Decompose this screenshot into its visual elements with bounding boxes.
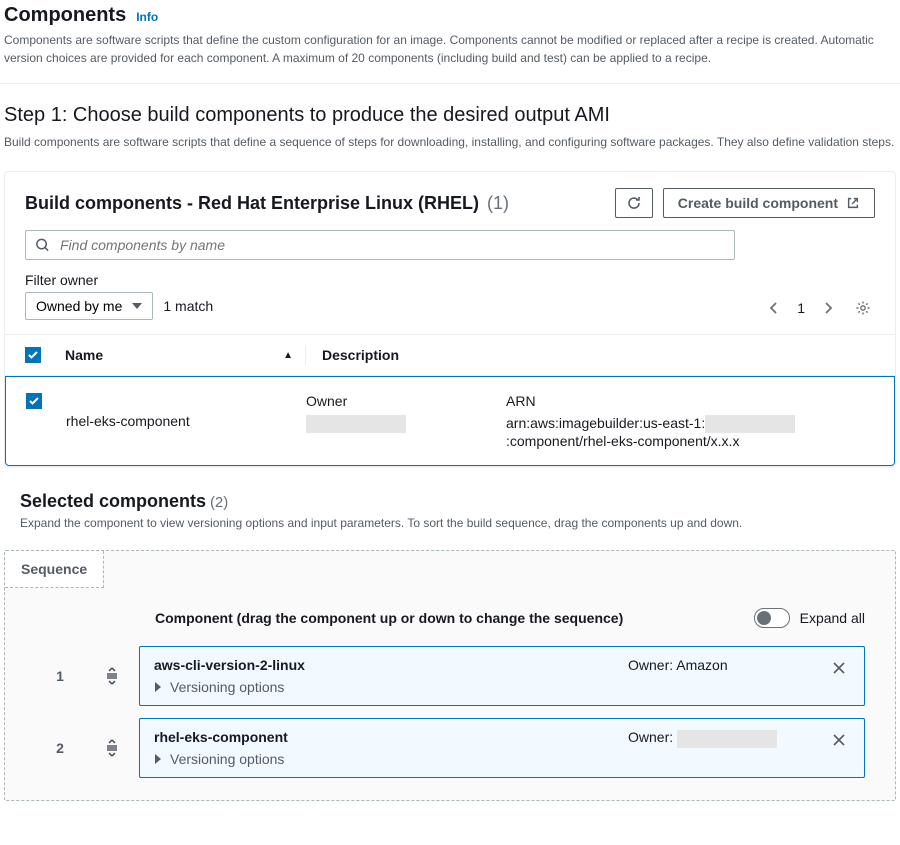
filter-owner-label: Filter owner (25, 272, 213, 288)
prev-page-button[interactable] (765, 297, 783, 319)
match-count: 1 match (163, 298, 213, 314)
chevron-left-icon (769, 301, 779, 315)
search-input[interactable] (25, 230, 735, 260)
page-title: Components (4, 4, 126, 27)
selected-description: Expand the component to view versioning … (20, 516, 880, 530)
expand-all-label: Expand all (800, 610, 865, 626)
sequence-number: 1 (35, 668, 85, 684)
settings-button[interactable] (851, 296, 875, 320)
sequence-component-name: rhel-eks-component (154, 729, 628, 745)
sequence-card[interactable]: aws-cli-version-2-linux Versioning optio… (139, 646, 865, 706)
versioning-options-toggle[interactable]: Versioning options (154, 679, 628, 695)
external-link-icon (846, 196, 860, 210)
refresh-button[interactable] (615, 188, 653, 218)
page-description: Components are software scripts that def… (4, 31, 896, 67)
remove-component-button[interactable] (828, 729, 850, 751)
owner-label: Owner (306, 393, 486, 409)
row-name: rhel-eks-component (66, 413, 190, 429)
arn-value: arn:aws:imagebuilder:us-east-1::componen… (506, 415, 874, 449)
sequence-owner: Owner: Amazon (628, 657, 828, 673)
create-build-component-label: Create build component (678, 195, 838, 211)
owner-value-redacted (306, 415, 406, 433)
column-header-name[interactable]: Name (65, 347, 103, 363)
sort-asc-icon: ▲ (283, 350, 293, 361)
sequence-item: 2 rhel-eks-component Versioning options … (5, 712, 895, 784)
versioning-options-toggle[interactable]: Versioning options (154, 751, 628, 767)
selected-count: (2) (210, 494, 228, 511)
refresh-icon (626, 195, 642, 211)
caret-right-icon (154, 682, 162, 692)
column-divider (305, 345, 306, 365)
tab-sequence[interactable]: Sequence (5, 551, 104, 588)
next-page-button[interactable] (819, 297, 837, 319)
page-number: 1 (797, 300, 805, 316)
panel-count: (1) (487, 193, 509, 214)
gear-icon (855, 300, 871, 316)
panel-title: Build components - Red Hat Enterprise Li… (25, 193, 479, 214)
arn-label: ARN (506, 393, 874, 409)
sequence-header: Component (drag the component up or down… (155, 610, 623, 626)
sequence-item: 1 aws-cli-version-2-linux Versioning opt… (5, 640, 895, 712)
sequence-component-name: aws-cli-version-2-linux (154, 657, 628, 673)
sequence-number: 2 (35, 740, 85, 756)
sequence-owner-value: Amazon (676, 657, 727, 673)
caret-down-icon (132, 301, 142, 311)
row-checkbox[interactable] (26, 393, 42, 409)
filter-owner-value: Owned by me (36, 298, 122, 314)
owner-value-redacted (677, 730, 777, 748)
info-link[interactable]: Info (136, 10, 158, 24)
versioning-options-label: Versioning options (170, 751, 284, 767)
sequence-owner: Owner: (628, 729, 828, 747)
sequence-card[interactable]: rhel-eks-component Versioning options Ow… (139, 718, 865, 778)
versioning-options-label: Versioning options (170, 679, 284, 695)
chevron-right-icon (823, 301, 833, 315)
step-title: Step 1: Choose build components to produ… (4, 104, 896, 127)
selected-title: Selected components (20, 491, 206, 511)
drag-handle[interactable] (99, 739, 125, 757)
remove-component-button[interactable] (828, 657, 850, 679)
filter-owner-select[interactable]: Owned by me (25, 292, 153, 320)
expand-all-toggle[interactable] (754, 608, 790, 628)
search-icon (35, 238, 50, 253)
table-row[interactable]: rhel-eks-component Owner ARN arn:aws:ima… (5, 376, 895, 466)
drag-handle[interactable] (99, 667, 125, 685)
create-build-component-button[interactable]: Create build component (663, 188, 875, 218)
step-description: Build components are software scripts th… (4, 133, 896, 151)
select-all-checkbox[interactable] (25, 347, 41, 363)
caret-right-icon (154, 754, 162, 764)
column-header-description[interactable]: Description (322, 347, 399, 363)
